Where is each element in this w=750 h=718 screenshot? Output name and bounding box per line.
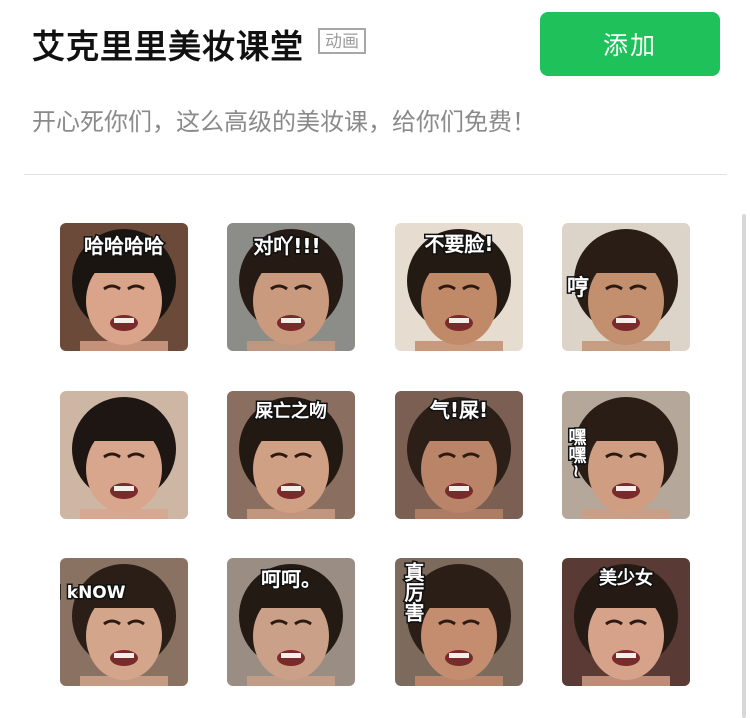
sticker-image: 屎亡之吻 (227, 391, 355, 519)
sticker-caption: 呵呵。 (261, 567, 321, 591)
sticker-item[interactable]: 屎亡之吻 (227, 391, 355, 519)
sticker-caption: 对吖!!! (253, 234, 320, 258)
sticker-image: I kNOW (60, 558, 188, 686)
pack-description: 开心死你们，这么高级的美妆课，给你们免费！ (32, 108, 536, 136)
sticker-image: 对吖!!! (227, 223, 355, 351)
sticker-caption: 哈哈哈哈 (84, 234, 164, 258)
sticker-caption: 真厉害 (401, 561, 425, 623)
sticker-image: 哼 (562, 223, 690, 351)
sticker-caption: I kNOW (60, 583, 126, 603)
add-button[interactable]: 添加 (540, 12, 720, 76)
sticker-item[interactable]: 不要脸! (395, 223, 523, 351)
sticker-caption: 屎亡之吻 (255, 400, 327, 422)
sticker-item[interactable]: 气!屎! (395, 391, 523, 519)
sticker-item[interactable]: 美少女 (562, 558, 690, 686)
sticker-caption: 不要脸! (424, 232, 493, 256)
sticker-item[interactable]: 真厉害 (395, 558, 523, 686)
scrollbar[interactable] (742, 214, 746, 718)
divider (24, 174, 727, 175)
sticker-caption: 气!屎! (429, 398, 488, 422)
page-title: 艾克里里美妆课堂 (32, 27, 304, 66)
sticker-image (60, 391, 188, 519)
sticker-item[interactable]: I kNOW (60, 558, 188, 686)
sticker-image: 哈哈哈哈 (60, 223, 188, 351)
sticker-item[interactable]: 哈哈哈哈 (60, 223, 188, 351)
sticker-item[interactable]: 呵呵。 (227, 558, 355, 686)
sticker-caption: 嘿嘿~ (566, 427, 587, 478)
sticker-item[interactable]: 对吖!!! (227, 223, 355, 351)
sticker-pack-header: 艾克里里美妆课堂 动画 添加 开心死你们，这么高级的美妆课，给你们免费！ (0, 0, 750, 175)
sticker-image: 不要脸! (395, 223, 523, 351)
animated-badge: 动画 (318, 28, 366, 54)
sticker-item[interactable]: 嘿嘿~ (562, 391, 690, 519)
sticker-image: 美少女 (562, 558, 690, 686)
sticker-image: 嘿嘿~ (562, 391, 690, 519)
sticker-item[interactable] (60, 391, 188, 519)
sticker-image: 呵呵。 (227, 558, 355, 686)
sticker-caption: 哼 (567, 275, 589, 301)
sticker-item[interactable]: 哼 (562, 223, 690, 351)
sticker-caption: 美少女 (599, 567, 653, 589)
sticker-image: 真厉害 (395, 558, 523, 686)
sticker-image: 气!屎! (395, 391, 523, 519)
